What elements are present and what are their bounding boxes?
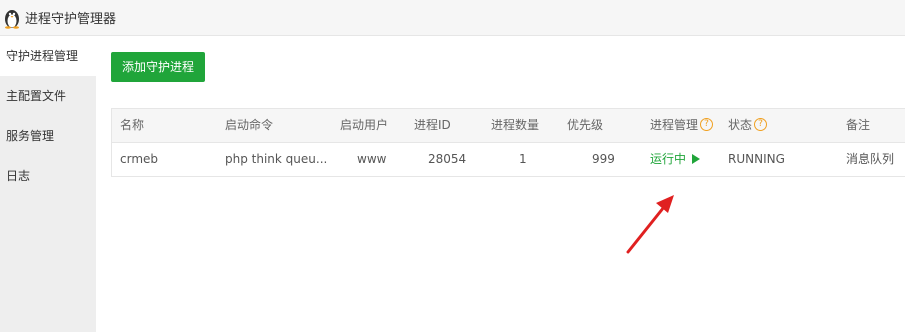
process-table: 名称 启动命令 启动用户 进程ID 进程数量 优先级 进程管理? 状态? 备注 … (111, 108, 905, 177)
column-header-manage: 进程管理? (650, 109, 722, 142)
column-header-name: 名称 (120, 118, 145, 132)
column-header-status-label: 状态 (728, 118, 753, 132)
column-header-count: 进程数量 (491, 118, 540, 132)
help-icon[interactable]: ? (754, 118, 768, 131)
column-header-priority: 优先级 (567, 118, 604, 132)
help-icon[interactable]: ? (700, 118, 714, 131)
row-note: 消息队列 (846, 152, 895, 166)
row-pid: 28054 (428, 152, 467, 166)
play-icon[interactable] (692, 153, 701, 164)
table-row: crmeb php think queu... www 28054 1 999 … (112, 143, 905, 176)
penguin-icon (5, 9, 19, 29)
process-manage-toggle[interactable]: 运行中 (650, 143, 722, 176)
sidebar-item-service-management[interactable]: 服务管理 (0, 116, 96, 156)
sidebar-item-daemon-management[interactable]: 守护进程管理 (0, 36, 96, 76)
row-count: 1 (519, 152, 527, 166)
column-header-manage-label: 进程管理 (650, 118, 699, 132)
column-header-status: 状态? (728, 109, 818, 142)
column-header-pid: 进程ID (414, 118, 451, 132)
table-header: 名称 启动命令 启动用户 进程ID 进程数量 优先级 进程管理? 状态? 备注 (112, 109, 905, 143)
column-header-user: 启动用户 (340, 118, 389, 132)
app-title: 进程守护管理器 (25, 12, 117, 27)
row-status: RUNNING (728, 152, 785, 166)
main-panel: 添加守护进程 名称 启动命令 启动用户 进程ID 进程数量 优先级 进程管理? … (96, 36, 905, 332)
row-name: crmeb (120, 152, 159, 166)
title-bar: 进程守护管理器 (0, 0, 905, 36)
add-daemon-button[interactable]: 添加守护进程 (111, 52, 205, 82)
sidebar: 守护进程管理 主配置文件 服务管理 日志 (0, 36, 96, 332)
running-status-link[interactable]: 运行中 (650, 152, 686, 166)
row-user: www (357, 152, 387, 166)
sidebar-item-main-config[interactable]: 主配置文件 (0, 76, 96, 116)
column-header-note: 备注 (846, 118, 871, 132)
column-header-command: 启动命令 (225, 118, 274, 132)
row-command: php think queu... (225, 152, 328, 166)
row-priority: 999 (592, 152, 615, 166)
sidebar-item-logs[interactable]: 日志 (0, 156, 96, 196)
